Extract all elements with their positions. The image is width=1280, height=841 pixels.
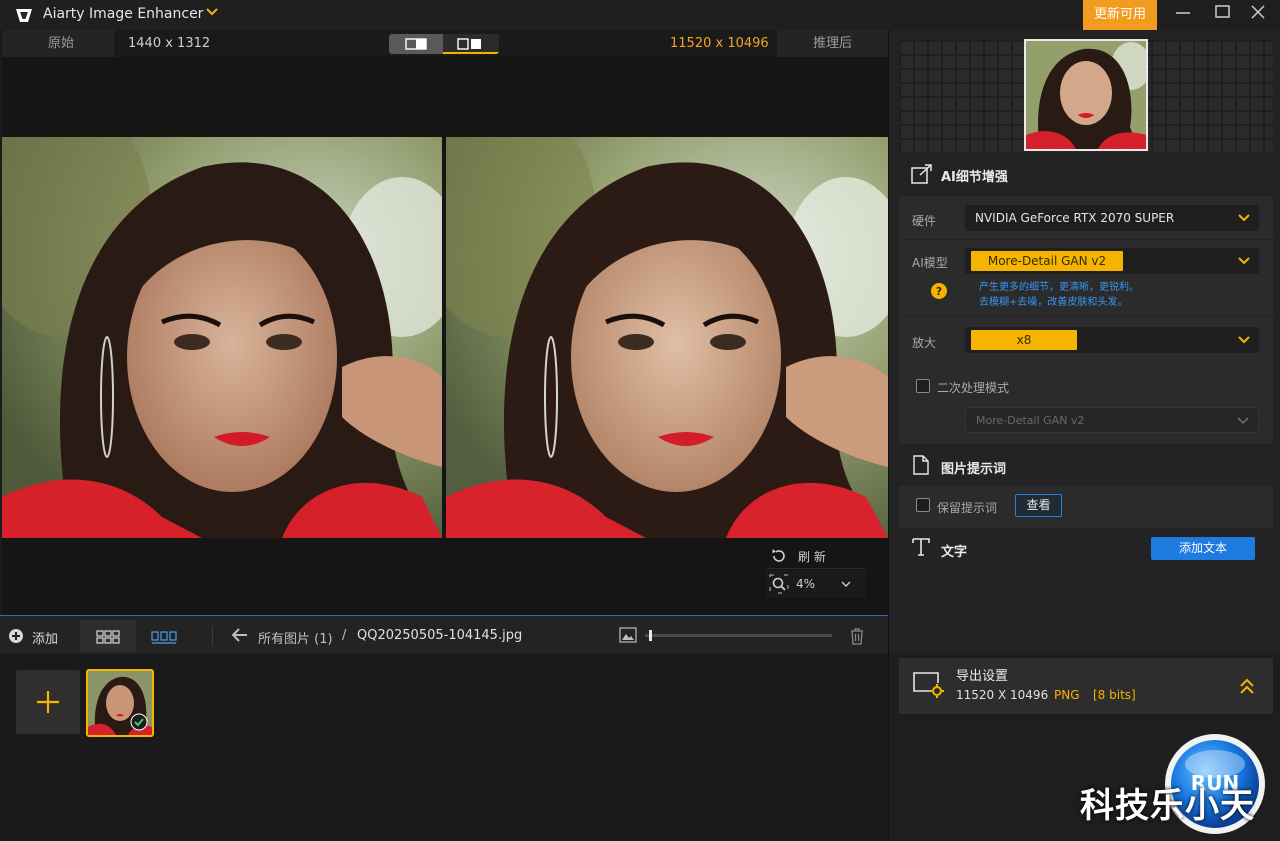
- update-available-button[interactable]: 更新可用: [1083, 0, 1157, 30]
- thumbnail-size-slider[interactable]: [645, 630, 832, 641]
- prompt-section-title: 图片提示词: [941, 462, 1007, 477]
- app-title: Aiarty Image Enhancer: [43, 6, 204, 22]
- original-size: 1440 x 1312: [128, 36, 211, 51]
- filmstrip-view-button[interactable]: [140, 620, 188, 652]
- double-chevron-up-icon[interactable]: [1238, 677, 1256, 695]
- ai-settings-section: 硬件 NVIDIA GeForce RTX 2070 SUPER AI模型 Mo…: [899, 196, 1273, 444]
- view-mode-toggle: [389, 34, 499, 54]
- chevron-down-icon: [1237, 417, 1249, 425]
- export-title: 导出设置: [956, 669, 1009, 684]
- portrait-enhanced-image: [446, 137, 888, 538]
- original-tab[interactable]: 原始: [2, 30, 114, 57]
- thumbnail-area: [0, 654, 888, 841]
- scale-value: x8: [971, 330, 1077, 350]
- result-size: 11520 x 10496: [670, 36, 769, 51]
- hardware-value: NVIDIA GeForce RTX 2070 SUPER: [975, 211, 1175, 225]
- divider: [899, 316, 1273, 317]
- model-label: AI模型: [912, 256, 948, 270]
- slider-handle[interactable]: [649, 630, 652, 641]
- enhanced-image[interactable]: [446, 137, 888, 538]
- export-settings-icon: [913, 672, 944, 698]
- navigator-thumbnail[interactable]: [1024, 39, 1148, 151]
- refresh-label: 刷 新: [798, 550, 826, 564]
- image-thumbnail[interactable]: [86, 669, 154, 737]
- view-prompt-button[interactable]: 查看: [1015, 494, 1062, 517]
- model-description-line2: 去模糊+去噪，改善皮肤和头发。: [979, 297, 1128, 308]
- second-pass-checkbox[interactable]: [916, 379, 930, 393]
- refresh-icon: [772, 549, 785, 562]
- portrait-navigator-image: [1026, 41, 1146, 149]
- chevron-down-icon: [1238, 257, 1250, 265]
- chevron-down-icon: [1238, 336, 1250, 344]
- breadcrumb-all-images[interactable]: 所有图片 (1): [258, 628, 333, 647]
- model-value: More-Detail GAN v2: [971, 251, 1123, 271]
- chevron-down-icon[interactable]: [840, 579, 852, 589]
- check-badge-icon: [130, 713, 148, 731]
- title-bar: Aiarty Image Enhancer 更新可用: [0, 0, 1280, 30]
- keep-prompt-checkbox[interactable]: [916, 498, 930, 512]
- app-logo-icon: [16, 9, 32, 22]
- result-tab[interactable]: 推理后: [777, 30, 888, 57]
- app-window: Aiarty Image Enhancer 更新可用 原始 1440 x 131…: [0, 0, 1280, 841]
- text-tool-icon: [912, 538, 930, 556]
- scale-dropdown[interactable]: x8: [965, 327, 1259, 353]
- export-bits: [8 bits]: [1093, 688, 1136, 702]
- svg-text:?: ?: [936, 285, 942, 298]
- grid-icon: [96, 630, 120, 644]
- document-icon: [913, 455, 929, 475]
- original-image[interactable]: [2, 137, 442, 538]
- hardware-dropdown[interactable]: NVIDIA GeForce RTX 2070 SUPER: [965, 205, 1259, 231]
- help-icon[interactable]: ?: [930, 282, 948, 300]
- zoom-icon: [769, 574, 789, 594]
- export-size: 11520 X 10496: [956, 688, 1049, 702]
- second-pass-model-value: More-Detail GAN v2: [976, 414, 1085, 427]
- plus-icon: [37, 691, 59, 713]
- refresh-button[interactable]: 刷 新: [766, 543, 866, 569]
- prompt-section: 保留提示词 查看: [899, 486, 1273, 528]
- export-settings-button[interactable]: 导出设置 11520 X 10496 PNG [8 bits]: [899, 658, 1273, 714]
- add-label: 添加: [32, 632, 59, 647]
- filmstrip-icon: [151, 631, 177, 644]
- back-arrow-icon[interactable]: [232, 628, 248, 642]
- zoom-control[interactable]: 4%: [766, 570, 866, 598]
- model-description-line1: 产生更多的细节，更清晰，更锐利。: [979, 282, 1139, 293]
- side-by-side-button[interactable]: [443, 34, 499, 54]
- side-by-side-icon: [457, 38, 481, 50]
- minimize-icon[interactable]: [1160, 0, 1204, 30]
- model-dropdown[interactable]: More-Detail GAN v2: [965, 248, 1259, 274]
- grid-view-button[interactable]: [80, 620, 136, 652]
- keep-prompt-label: 保留提示词: [937, 501, 998, 515]
- preview-area[interactable]: [2, 57, 888, 615]
- close-icon[interactable]: [1236, 0, 1280, 30]
- divider: [899, 239, 1273, 240]
- breadcrumb-separator: /: [342, 628, 347, 643]
- chevron-down-icon[interactable]: [205, 5, 219, 19]
- ai-enhance-icon: [911, 164, 932, 184]
- watermark-text: 科技乐小天: [1080, 786, 1255, 826]
- text-section-title: 文字: [941, 545, 968, 560]
- export-format: PNG: [1054, 688, 1080, 702]
- scale-label: 放大: [912, 336, 937, 350]
- hardware-label: 硬件: [912, 214, 937, 228]
- divider: [212, 626, 213, 646]
- chevron-down-icon: [1238, 214, 1250, 222]
- second-pass-model-dropdown[interactable]: More-Detail GAN v2: [965, 407, 1259, 433]
- settings-panel: AI细节增强 硬件 NVIDIA GeForce RTX 2070 SUPER …: [888, 30, 1280, 841]
- image-strip-toolbar: 添加 所有图片 (1) / QQ20250505-104145.jpg: [0, 615, 888, 654]
- split-view-button[interactable]: [389, 34, 443, 54]
- add-image-button[interactable]: 添加: [6, 626, 66, 647]
- plus-circle-icon: [9, 629, 23, 643]
- portrait-original-image: [2, 137, 442, 538]
- ai-section-title: AI细节增强: [941, 170, 1008, 185]
- add-text-button[interactable]: 添加文本: [1151, 537, 1255, 560]
- split-view-icon: [405, 38, 427, 50]
- zoom-value: 4%: [796, 577, 816, 591]
- image-size-icon: [619, 627, 637, 643]
- second-pass-label: 二次处理模式: [937, 381, 1010, 395]
- breadcrumb-file: QQ20250505-104145.jpg: [357, 628, 523, 643]
- add-thumbnail-button[interactable]: [16, 670, 80, 734]
- trash-icon[interactable]: [849, 627, 865, 645]
